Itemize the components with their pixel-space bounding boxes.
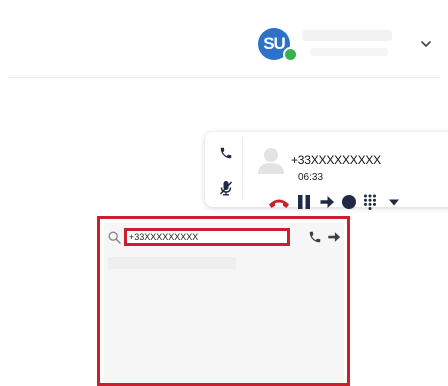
- presence-status-dot: [283, 47, 298, 62]
- number-search-input[interactable]: [129, 231, 285, 243]
- dialer-transfer-button[interactable]: [327, 230, 341, 244]
- search-field-highlight: [124, 228, 290, 246]
- phone-icon[interactable]: [219, 146, 233, 160]
- top-bar-divider: [8, 77, 440, 78]
- search-result-redacted[interactable]: [108, 257, 236, 269]
- arrow-right-icon: [320, 196, 334, 208]
- hold-button[interactable]: [296, 194, 312, 210]
- microphone-muted-icon[interactable]: [219, 180, 233, 196]
- hangup-button[interactable]: [268, 196, 290, 210]
- more-options-button[interactable]: [387, 195, 401, 209]
- record-button[interactable]: [341, 194, 357, 210]
- caret-down-icon: [389, 199, 399, 206]
- record-icon: [342, 195, 356, 209]
- user-status-redacted: [310, 48, 388, 56]
- caller-avatar: [256, 146, 286, 174]
- dialpad-icon: [364, 194, 376, 210]
- transfer-button[interactable]: [319, 194, 335, 210]
- search-icon: [108, 231, 121, 244]
- user-name-redacted: [302, 30, 392, 41]
- pause-icon: [298, 195, 310, 209]
- arrow-right-icon: [328, 232, 341, 242]
- call-duration: 06:33: [298, 172, 324, 183]
- caller-number: +33XXXXXXXXX: [291, 153, 381, 167]
- hangup-icon: [269, 199, 289, 208]
- dialpad-button[interactable]: [363, 194, 377, 210]
- call-panel-separator: [242, 138, 243, 200]
- chevron-down-icon[interactable]: [418, 36, 434, 52]
- phone-icon: [309, 231, 321, 243]
- dialer-call-button[interactable]: [308, 230, 322, 244]
